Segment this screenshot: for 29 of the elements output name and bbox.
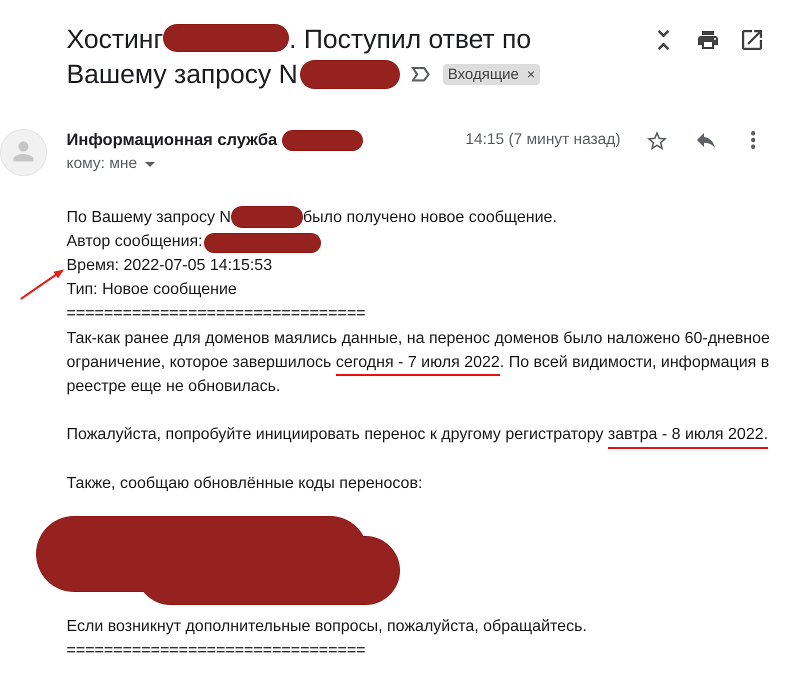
recipient-text: кому: мне — [66, 155, 138, 173]
body-text: Если возникнут дополнительные вопросы, пожалуйста, обращайтесь. — [66, 616, 588, 637]
timestamp: 14:15 (7 минут назад) — [465, 131, 620, 149]
body-text: Пожалуйста, попробуйте инициировать перенос к другому регистратору завтра - 8 июля 2022. — [66, 423, 786, 448]
caret-icon[interactable] — [145, 162, 156, 166]
subject-text: Вашему запросу N — [66, 58, 298, 91]
body-text: По Вашему запросу N — [66, 208, 231, 228]
tag-icon[interactable] — [410, 67, 430, 82]
sender-name: Информационная служба — [66, 130, 278, 150]
print-icon[interactable] — [698, 31, 718, 49]
star-icon[interactable] — [646, 130, 666, 150]
body-text: Автор сообщения: — [66, 232, 203, 252]
body-text: Время: 2022-07-05 14:15:53 — [66, 256, 274, 276]
avatar-icon — [0, 129, 47, 176]
more-icon[interactable] — [750, 131, 755, 149]
body-text: Так-как ранее для доменов маялись данные, на перенос доменов было наложено 60-дневное ограничение, которое завершилось сегодня - 7 июля 2022. По всей видимости, информация в реестре еще не обновилась. — [66, 328, 771, 397]
collapse-icon[interactable] — [657, 30, 670, 50]
body-text: Тип: Новое сообщение — [66, 280, 238, 300]
body-text: ================================ — [66, 641, 366, 662]
subject-text: Хостинг — [66, 23, 164, 56]
reply-icon[interactable] — [696, 132, 714, 148]
remove-label-button[interactable]: × — [526, 64, 536, 85]
open-in-new-window-icon[interactable] — [742, 30, 762, 50]
label-chip[interactable]: Входящие × — [442, 64, 540, 85]
body-text: ================================ — [66, 304, 366, 324]
subject-text: . Поступил ответ по — [289, 23, 532, 56]
body-text: было получено новое сообщение. — [302, 208, 557, 228]
body-text: Также, сообщаю обновлённые коды переносов: — [66, 474, 424, 494]
label-text: Входящие — [448, 65, 519, 85]
